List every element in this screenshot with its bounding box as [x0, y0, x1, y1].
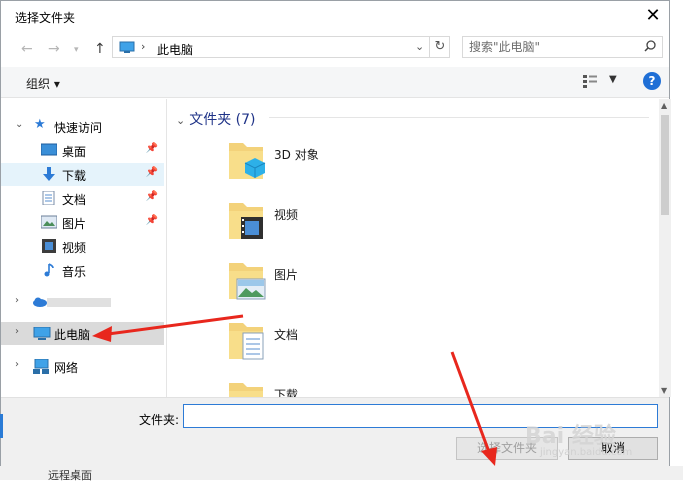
3d-objects-folder-icon	[229, 143, 266, 179]
account-name-redacted	[47, 298, 111, 307]
document-icon	[42, 191, 55, 205]
vertical-scrollbar[interactable]: ▲ ▼	[659, 99, 671, 397]
nav-this-pc-label: 此电脑	[54, 328, 91, 342]
nav-onedrive[interactable]: ›	[1, 291, 164, 314]
collapse-chevron-icon[interactable]: ›	[15, 295, 19, 306]
computer-icon	[119, 41, 135, 53]
pin-icon: 📌	[145, 215, 158, 226]
nav-item-music[interactable]: 音乐	[1, 259, 164, 282]
view-options-icon[interactable]	[582, 74, 598, 88]
nav-item-label: 下载	[62, 169, 87, 183]
help-button[interactable]: ?	[643, 72, 661, 90]
dialog-title: 选择文件夹	[15, 11, 76, 25]
folder-downloads[interactable]: 下载	[227, 379, 527, 397]
folder-label: 下载	[274, 388, 299, 397]
star-icon: ★	[34, 117, 46, 132]
nav-quick-access[interactable]: ⌄ ★ 快速访问	[1, 115, 164, 138]
nav-network-label: 网络	[54, 361, 79, 375]
pin-icon: 📌	[145, 143, 158, 154]
nav-item-downloads[interactable]: 下载 📌	[1, 163, 164, 186]
nav-item-label: 图片	[62, 217, 87, 231]
close-button[interactable]: ✕	[639, 3, 667, 29]
breadcrumb-this-pc[interactable]: 此电脑	[157, 41, 193, 58]
nav-item-videos[interactable]: 视频	[1, 235, 164, 258]
background-window	[0, 466, 683, 480]
nav-network[interactable]: › 网络	[1, 355, 164, 378]
nav-item-documents[interactable]: 文档 📌	[1, 187, 164, 210]
music-icon	[44, 263, 54, 277]
nav-quick-access-label: 快速访问	[54, 121, 103, 135]
nav-item-pictures[interactable]: 图片 📌	[1, 211, 164, 234]
recent-locations-chevron-icon[interactable]: ▾	[74, 45, 79, 55]
nav-item-desktop[interactable]: 桌面 📌	[1, 139, 164, 162]
folder-pictures[interactable]: 图片	[227, 259, 527, 317]
breadcrumb-separator[interactable]: ›	[141, 40, 145, 53]
background-window-accent	[0, 414, 3, 438]
video-folder-icon	[229, 203, 263, 239]
refresh-icon[interactable]: ↻	[429, 36, 450, 58]
folder-field-label: 文件夹:	[139, 413, 180, 427]
navigation-bar: ← → ▾ ↑ › 此电脑 ⌄ ↻	[1, 35, 669, 63]
address-dropdown-icon[interactable]: ⌄	[415, 40, 424, 53]
scroll-down-icon[interactable]: ▼	[661, 386, 667, 395]
folder-label: 3D 对象	[274, 148, 319, 162]
nav-this-pc[interactable]: › 此电脑	[1, 322, 164, 345]
group-chevron-icon[interactable]: ⌄	[176, 114, 185, 127]
nav-item-label: 音乐	[62, 265, 87, 279]
computer-icon	[33, 327, 51, 340]
collapse-chevron-icon[interactable]: ›	[15, 326, 19, 337]
collapse-chevron-icon[interactable]: ›	[15, 359, 19, 370]
baidu-watermark-url: jingyan.baidu.com	[540, 447, 633, 458]
navigation-pane: ⌄ ★ 快速访问 桌面 📌 下载 📌 文档 📌 图片 📌 视频 音乐 › › 此…	[1, 99, 166, 397]
back-arrow-icon[interactable]: ←	[21, 41, 33, 57]
folder-label: 图片	[274, 268, 299, 282]
nav-item-label: 桌面	[62, 145, 87, 159]
pictures-folder-icon	[229, 263, 266, 300]
address-bar[interactable]: › 此电脑 ⌄	[112, 36, 450, 58]
documents-folder-icon	[229, 323, 264, 360]
folder-videos[interactable]: 视频	[227, 199, 527, 257]
picture-icon	[41, 215, 57, 229]
command-bar: 组织 ▾ ▼ ?	[1, 67, 669, 98]
view-dropdown-icon[interactable]: ▼	[609, 74, 617, 85]
folders-group-header[interactable]: ⌄ 文件夹 (7)	[176, 109, 256, 129]
group-divider	[269, 117, 649, 118]
cloud-icon	[33, 297, 47, 307]
folder-label: 文档	[274, 328, 299, 342]
search-input[interactable]	[469, 39, 639, 55]
folder-label: 视频	[274, 208, 299, 222]
video-icon	[42, 239, 56, 253]
desktop-icon	[41, 143, 57, 156]
select-folder-dialog: 选择文件夹 ✕ ← → ▾ ↑ › 此电脑 ⌄ ↻ 组织 ▾	[0, 0, 671, 468]
folder-3d-objects[interactable]: 3D 对象	[227, 139, 527, 197]
folder-documents[interactable]: 文档	[227, 319, 527, 377]
forward-arrow-icon[interactable]: →	[48, 41, 60, 57]
baidu-watermark: Bai 经验	[525, 424, 616, 449]
network-icon	[33, 359, 49, 374]
download-icon	[43, 167, 55, 181]
scroll-thumb[interactable]	[661, 115, 669, 215]
folders-group-label: 文件夹 (7)	[189, 112, 256, 128]
nav-item-label: 文档	[62, 193, 87, 207]
pin-icon: 📌	[145, 191, 158, 202]
nav-item-label: 视频	[62, 241, 87, 255]
organize-button[interactable]: 组织 ▾	[26, 75, 60, 92]
search-icon[interactable]	[644, 40, 656, 52]
downloads-folder-icon	[229, 383, 263, 397]
title-bar: 选择文件夹 ✕	[1, 1, 669, 31]
background-remote-desktop-label: 远程桌面	[48, 469, 92, 482]
content-pane: ⌄ 文件夹 (7) 3D 对象 视频 图片 文档 下载	[167, 99, 659, 397]
up-arrow-icon[interactable]: ↑	[94, 41, 106, 57]
expand-chevron-icon[interactable]: ⌄	[15, 119, 23, 130]
pin-icon: 📌	[145, 167, 158, 178]
scroll-up-icon[interactable]: ▲	[661, 101, 667, 110]
search-box[interactable]	[462, 36, 663, 58]
